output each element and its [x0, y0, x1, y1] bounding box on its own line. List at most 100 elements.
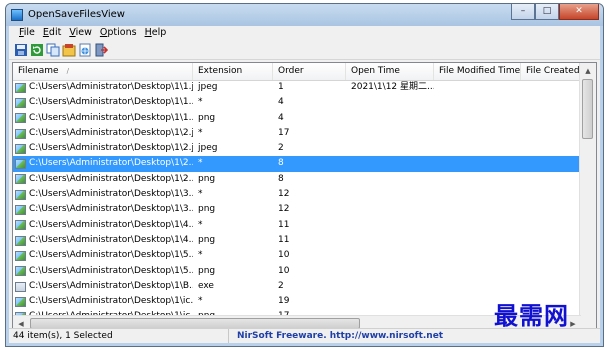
image-file-icon — [15, 143, 26, 154]
column-header-open-time[interactable]: Open Time — [346, 63, 434, 80]
cell-extension: jpeg — [198, 143, 218, 154]
cell-file-created-time — [521, 248, 581, 263]
cell-filename: C:\Users\Administrator\Desktop\1\3.... — [13, 187, 193, 202]
cell-file-created-time — [521, 187, 581, 202]
filename-text: C:\Users\Administrator\Desktop\1\ic... — [29, 296, 193, 307]
cell-order: 1 — [278, 82, 284, 92]
table-row[interactable]: C:\Users\Administrator\Desktop\1\1.j... j… — [13, 80, 581, 95]
cell-extension: * — [198, 250, 203, 261]
status-nirsoft-link[interactable]: NirSoft Freeware. http://www.nirsoft.net — [229, 329, 443, 343]
filename-text: C:\Users\Administrator\Desktop\1\5.... — [29, 265, 193, 276]
sort-indicator-icon: / — [66, 67, 69, 75]
image-file-icon — [15, 266, 26, 277]
save-icon[interactable] — [14, 43, 28, 57]
menu-help-label: elp — [151, 27, 167, 38]
vertical-scroll-thumb[interactable] — [582, 79, 593, 139]
cell-file-modified-time — [434, 233, 521, 248]
copy-icon[interactable] — [46, 43, 60, 57]
table-row[interactable]: C:\Users\Administrator\Desktop\1\5.... * 1… — [13, 248, 581, 263]
cell-extension: * — [198, 219, 203, 230]
cell-file-modified-time — [434, 141, 521, 156]
close-button[interactable]: ✕ — [559, 4, 599, 20]
menu-options[interactable]: Options — [96, 26, 141, 40]
cell-filename: C:\Users\Administrator\Desktop\1\1.... — [13, 111, 193, 126]
table-row[interactable]: C:\Users\Administrator\Desktop\1\2.... pn… — [13, 172, 581, 187]
vertical-scrollbar[interactable]: ▲ — [579, 63, 596, 316]
table-row[interactable]: C:\Users\Administrator\Desktop\1\2.j... *… — [13, 126, 581, 141]
image-file-icon — [15, 128, 26, 139]
cell-order: 2 — [278, 280, 284, 291]
cell-open-time — [346, 95, 434, 110]
cell-order: 11 — [278, 234, 290, 245]
table-row[interactable]: C:\Users\Administrator\Desktop\1\4.... * 1… — [13, 218, 581, 233]
image-file-icon — [15, 97, 26, 108]
column-header-file-created-time[interactable]: File Created Tir — [521, 63, 581, 80]
cell-order: 12 — [278, 189, 290, 200]
table-row[interactable]: C:\Users\Administrator\Desktop\1\2.j... j… — [13, 141, 581, 156]
cell-file-modified-time — [434, 187, 521, 202]
cell-filename: C:\Users\Administrator\Desktop\1\2.j... — [13, 126, 193, 141]
filename-text: C:\Users\Administrator\Desktop\1\4.... — [29, 234, 193, 245]
refresh-icon[interactable] — [30, 43, 44, 57]
menu-view-label: iew — [75, 27, 92, 38]
cell-order: 4 — [278, 112, 284, 123]
filename-text: C:\Users\Administrator\Desktop\1\2.j... — [29, 143, 193, 154]
cell-file-modified-time — [434, 156, 521, 171]
column-header-row: Filename / Extension Order Open Time File… — [13, 63, 581, 81]
menu-help[interactable]: Help — [141, 26, 171, 40]
cell-filename: C:\Users\Administrator\Desktop\1\B... — [13, 279, 193, 294]
cell-file-modified-time — [434, 126, 521, 141]
html-report-icon[interactable] — [78, 43, 92, 57]
cell-extension: * — [198, 158, 203, 169]
cell-file-created-time — [521, 111, 581, 126]
cell-order: 10 — [278, 265, 290, 276]
column-header-extension[interactable]: Extension — [193, 63, 273, 80]
cell-extension: * — [198, 127, 203, 138]
image-file-icon — [15, 82, 26, 93]
column-header-file-modified-time[interactable]: File Modified Time — [434, 63, 521, 80]
scroll-up-icon[interactable]: ▲ — [580, 63, 596, 79]
table-row[interactable]: C:\Users\Administrator\Desktop\1\1.... pn… — [13, 111, 581, 126]
cell-filename: C:\Users\Administrator\Desktop\1\5.... — [13, 264, 193, 279]
table-row[interactable]: C:\Users\Administrator\Desktop\1\B... exe… — [13, 279, 581, 294]
cell-filename: C:\Users\Administrator\Desktop\1\1.j... — [13, 80, 193, 95]
cell-file-created-time — [521, 80, 581, 95]
column-header-filename[interactable]: Filename / — [13, 63, 193, 80]
filename-text: C:\Users\Administrator\Desktop\1\1.... — [29, 97, 193, 108]
table-row[interactable]: C:\Users\Administrator\Desktop\1\3.... pn… — [13, 202, 581, 217]
exit-icon[interactable] — [94, 43, 108, 57]
table-row[interactable]: C:\Users\Administrator\Desktop\1\4.... pn… — [13, 233, 581, 248]
cell-file-created-time — [521, 264, 581, 279]
menu-help-accel: H — [144, 27, 152, 38]
filename-text: C:\Users\Administrator\Desktop\1\B... — [29, 280, 193, 291]
table-row[interactable]: C:\Users\Administrator\Desktop\1\2.... * 8 — [13, 156, 581, 172]
menu-file[interactable]: File — [15, 26, 39, 40]
cell-file-created-time — [521, 279, 581, 294]
cell-file-created-time — [521, 233, 581, 248]
cell-order: 10 — [278, 250, 290, 261]
title-bar[interactable]: OpenSaveFilesView – □ ✕ — [6, 4, 603, 26]
menu-view[interactable]: View — [65, 26, 96, 40]
menu-edit[interactable]: Edit — [39, 26, 65, 40]
file-list-view[interactable]: Filename / Extension Order Open Time File… — [12, 62, 597, 333]
cell-file-created-time — [521, 156, 581, 171]
filename-text: C:\Users\Administrator\Desktop\1\4.... — [29, 219, 193, 230]
maximize-button[interactable]: □ — [535, 4, 559, 20]
image-file-icon — [15, 159, 26, 170]
cell-extension: png — [198, 112, 216, 123]
table-row[interactable]: C:\Users\Administrator\Desktop\1\5.... pn… — [13, 264, 581, 279]
table-row[interactable]: C:\Users\Administrator\Desktop\1\1.... * 4 — [13, 95, 581, 110]
status-item-count: 44 item(s), 1 Selected — [9, 329, 229, 343]
cell-open-time — [346, 279, 434, 294]
cell-filename: C:\Users\Administrator\Desktop\1\1.... — [13, 95, 193, 110]
image-file-icon — [15, 174, 26, 185]
properties-icon[interactable] — [62, 43, 76, 57]
column-header-order[interactable]: Order — [273, 63, 346, 80]
table-row[interactable]: C:\Users\Administrator\Desktop\1\3.... * 1… — [13, 187, 581, 202]
cell-extension: png — [198, 204, 216, 215]
column-header-filename-label: Filename — [18, 66, 59, 76]
image-file-icon — [15, 205, 26, 216]
menu-options-label: ptions — [107, 27, 137, 38]
image-file-icon — [15, 235, 26, 246]
minimize-button[interactable]: – — [511, 4, 535, 20]
